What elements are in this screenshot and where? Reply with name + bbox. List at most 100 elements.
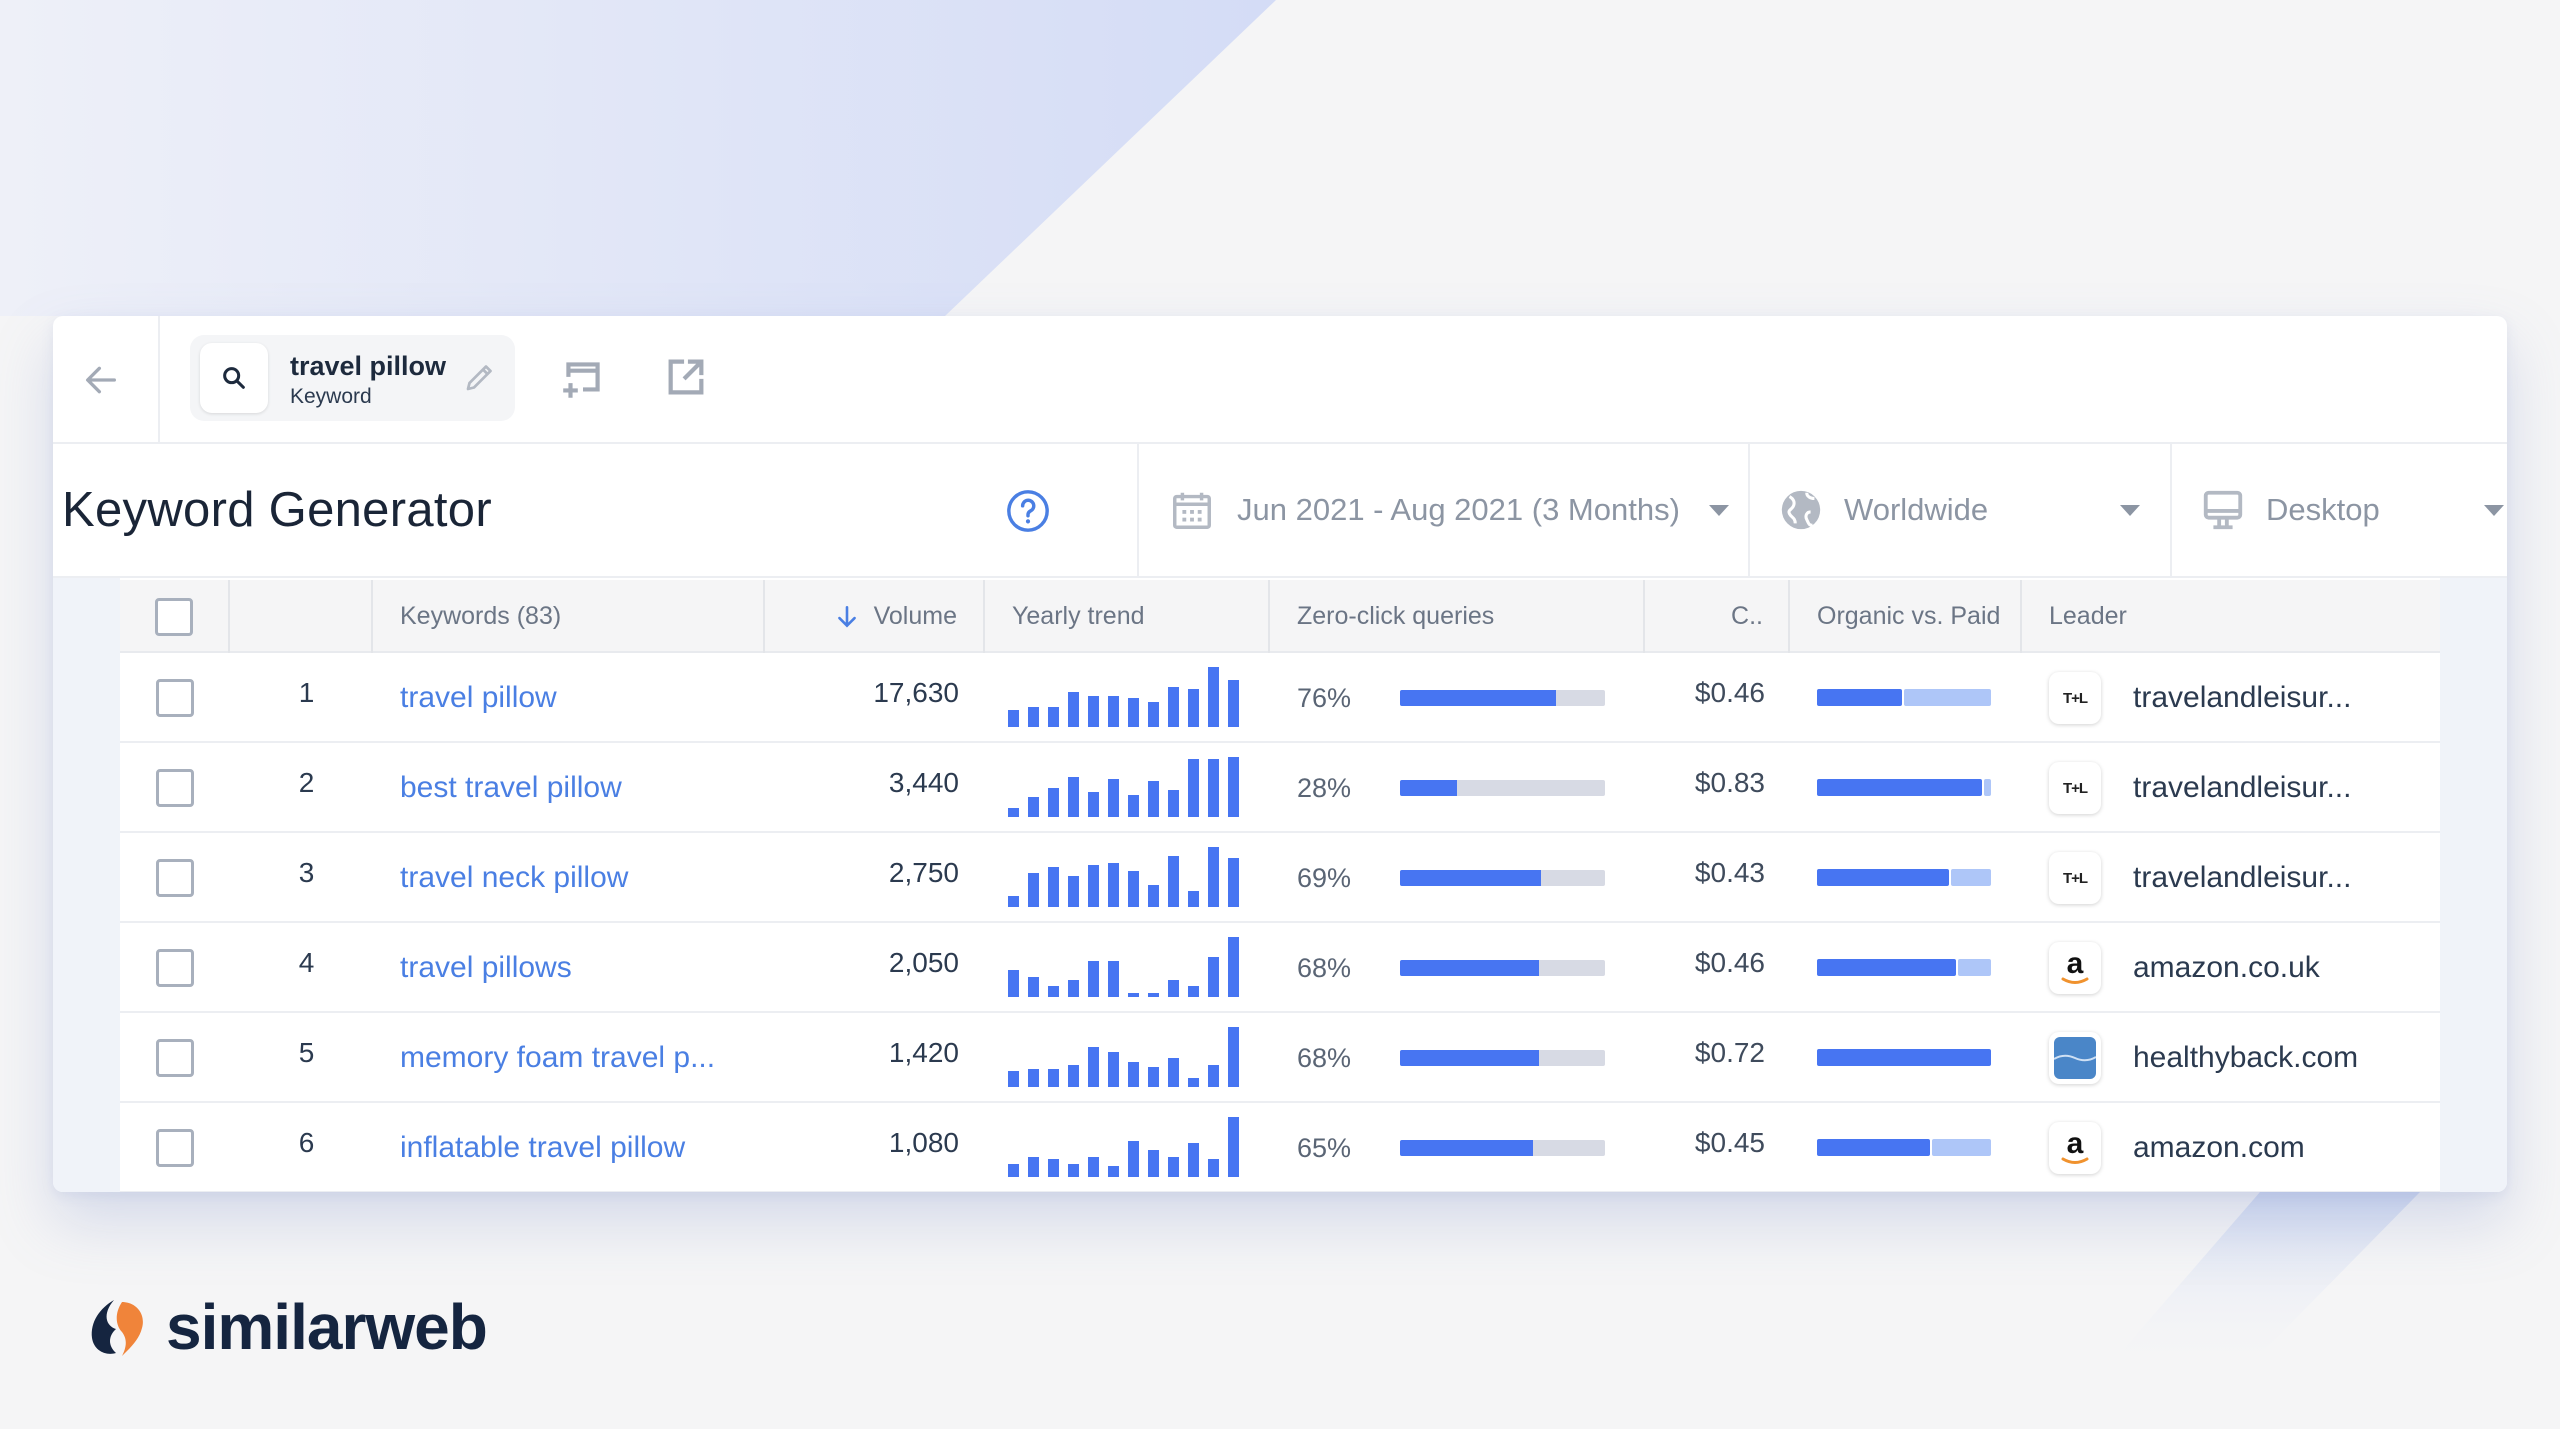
keyword-cell: travel pillow: [373, 653, 765, 743]
zero-click-bar: [1400, 1050, 1605, 1066]
header-cpc[interactable]: C..: [1645, 580, 1790, 653]
trend-bar: [1108, 696, 1119, 727]
trend-bar: [1168, 856, 1179, 907]
trend-bar: [1088, 1157, 1099, 1177]
add-to-compare-button[interactable]: [558, 354, 608, 404]
row-checkbox[interactable]: [156, 1129, 194, 1167]
yearly-trend-sparkline: [1008, 847, 1240, 907]
row-checkbox[interactable]: [156, 679, 194, 717]
keyword-link[interactable]: inflatable travel pillow: [400, 1131, 685, 1165]
leader-domain-link[interactable]: healthyback.com: [2133, 1041, 2358, 1075]
header-cpc-label: C..: [1731, 602, 1763, 630]
leader-domain-link[interactable]: travelandleisur...: [2133, 861, 2351, 895]
zero-click-cell: 68%: [1270, 923, 1645, 1013]
trend-bar: [1148, 781, 1159, 817]
organic-share-bar: [1817, 1139, 1931, 1156]
back-button[interactable]: [71, 350, 131, 410]
row-index: 3: [298, 857, 315, 888]
trend-bar: [1008, 710, 1019, 727]
row-select-cell: [120, 1013, 230, 1103]
leader-domain-link[interactable]: amazon.com: [2133, 1131, 2305, 1165]
keyword-link[interactable]: travel pillow: [400, 681, 557, 715]
header-volume[interactable]: Volume: [765, 580, 985, 653]
zero-click-bar-fill: [1400, 780, 1458, 796]
keyword-link[interactable]: travel pillows: [400, 951, 572, 985]
table-row[interactable]: 5 memory foam travel p... 1,420 68% $0.72 hea…: [120, 1013, 2440, 1103]
keyword-link[interactable]: travel neck pillow: [400, 861, 628, 895]
table-row[interactable]: 6 inflatable travel pillow 1,080 65% $0.45 a a…: [120, 1103, 2440, 1192]
zero-click-percent: 65%: [1297, 1132, 1352, 1163]
table-row[interactable]: 4 travel pillows 2,050 68% $0.46 a amazon.co.u…: [120, 923, 2440, 1013]
search-button[interactable]: [200, 343, 268, 413]
trend-bar: [1108, 961, 1119, 997]
country-dropdown[interactable]: Worldwide: [1748, 444, 2170, 576]
trend-bar: [1128, 698, 1139, 727]
header-yearly-trend[interactable]: Yearly trend: [985, 580, 1270, 653]
organic-paid-bar: [1817, 1049, 1991, 1066]
header-zero-click[interactable]: Zero-click queries: [1270, 580, 1645, 653]
trend-bar: [1168, 1157, 1179, 1177]
leader-domain-link[interactable]: travelandleisur...: [2133, 771, 2351, 805]
trend-bar: [1228, 858, 1239, 907]
trend-bar: [1028, 873, 1039, 907]
yearly-trend-cell: [985, 743, 1270, 833]
header-yearly-trend-label: Yearly trend: [1012, 602, 1145, 630]
device-dropdown[interactable]: Desktop: [2170, 444, 2507, 576]
row-checkbox[interactable]: [156, 859, 194, 897]
row-checkbox[interactable]: [156, 769, 194, 807]
trend-bar: [1188, 1078, 1199, 1087]
date-range-dropdown[interactable]: Jun 2021 - Aug 2021 (3 Months): [1137, 444, 1748, 576]
chevron-down-icon: [2484, 505, 2504, 516]
table-row[interactable]: 1 travel pillow 17,630 76% $0.46 T+L traveland…: [120, 653, 2440, 743]
trend-bar: [1008, 1164, 1019, 1177]
table-row[interactable]: 2 best travel pillow 3,440 28% $0.83 T+L trave…: [120, 743, 2440, 833]
trend-bar: [1088, 792, 1099, 817]
yearly-trend-sparkline: [1008, 937, 1240, 997]
yearly-trend-sparkline: [1008, 1117, 1240, 1177]
volume-value: 2,750: [888, 857, 959, 888]
trend-bar: [1168, 790, 1179, 817]
leader-domain-link[interactable]: amazon.co.uk: [2133, 951, 2320, 985]
header-keywords[interactable]: Keywords (83): [373, 580, 765, 653]
zero-click-bar-fill: [1400, 960, 1540, 976]
trend-bar: [1208, 759, 1219, 817]
trend-bar: [1068, 980, 1079, 997]
organic-paid-cell: [1790, 833, 2022, 923]
table-row[interactable]: 3 travel neck pillow 2,750 69% $0.43 T+L trave…: [120, 833, 2440, 923]
organic-paid-bar: [1817, 869, 1991, 886]
trend-bar: [1028, 1157, 1039, 1177]
edit-button[interactable]: [462, 359, 498, 395]
trend-bar: [1128, 1141, 1139, 1177]
trend-bar: [1048, 707, 1059, 727]
organic-paid-cell: [1790, 1013, 2022, 1103]
logo-wordmark: similarweb: [166, 1291, 488, 1363]
header-organic-paid[interactable]: Organic vs. Paid: [1790, 580, 2022, 653]
trend-bar: [1088, 1047, 1099, 1087]
table-scrollbar-track[interactable]: [2440, 578, 2507, 1192]
date-range-label: Jun 2021 - Aug 2021 (3 Months): [1237, 492, 1680, 527]
table-body: 1 travel pillow 17,630 76% $0.46 T+L traveland…: [120, 653, 2440, 1192]
keyword-link[interactable]: best travel pillow: [400, 771, 622, 805]
calendar-icon: [1173, 492, 1211, 529]
leader-domain-link[interactable]: travelandleisur...: [2133, 681, 2351, 715]
keyword-cell: travel neck pillow: [373, 833, 765, 923]
zero-click-percent: 69%: [1297, 862, 1352, 893]
row-checkbox[interactable]: [156, 1039, 194, 1077]
trend-bar: [1028, 977, 1039, 997]
organic-share-bar: [1817, 1049, 1991, 1066]
open-external-button[interactable]: [663, 354, 713, 404]
search-chip[interactable]: travel pillow Keyword: [190, 335, 515, 421]
trend-bar: [1108, 863, 1119, 907]
header-leader[interactable]: Leader: [2022, 580, 2440, 653]
trend-bar: [1068, 777, 1079, 817]
volume-value: 2,050: [888, 947, 959, 978]
trend-bar: [1048, 867, 1059, 907]
trend-bar: [1148, 993, 1159, 997]
yearly-trend-cell: [985, 1103, 1270, 1192]
header-organic-paid-label: Organic vs. Paid: [1817, 602, 2001, 630]
row-checkbox[interactable]: [156, 949, 194, 987]
keyword-link[interactable]: memory foam travel p...: [400, 1041, 715, 1075]
help-button[interactable]: [1005, 488, 1051, 534]
select-all-checkbox[interactable]: [155, 597, 193, 636]
trend-bar: [1168, 980, 1179, 997]
